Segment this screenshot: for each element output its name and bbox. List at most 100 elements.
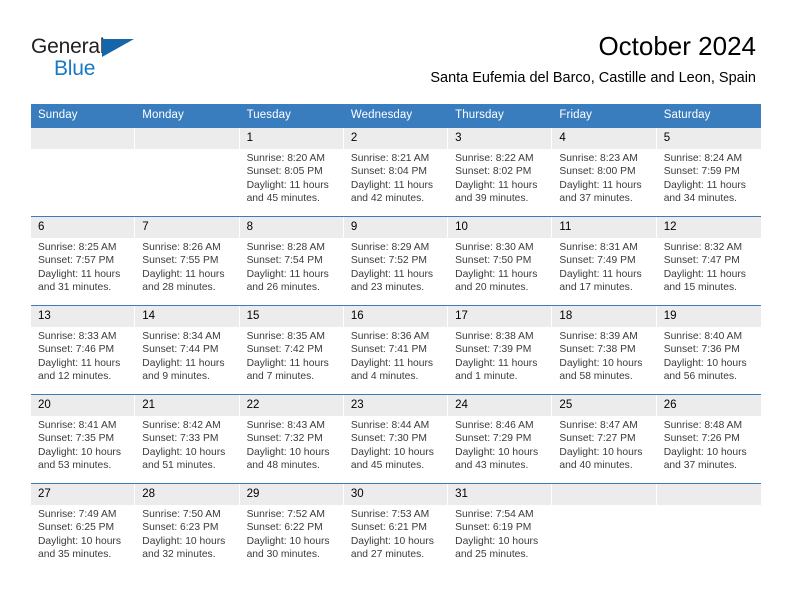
- daylight-text-line1: Daylight: 10 hours: [246, 535, 330, 547]
- calendar-day-cell[interactable]: 22 Sunrise: 8:43 AM Sunset: 7:32 PM Dayligh…: [239, 395, 344, 483]
- daylight-text-line2: and 32 minutes.: [142, 548, 216, 560]
- daylight-text-line1: Daylight: 11 hours: [455, 179, 538, 191]
- calendar-day-cell[interactable]: 28 Sunrise: 7:50 AM Sunset: 6:23 PM Dayligh…: [135, 484, 240, 572]
- sunset-text: Sunset: 7:30 PM: [350, 433, 427, 445]
- sunrise-text: Sunrise: 8:42 AM: [142, 420, 221, 431]
- calendar-day-cell[interactable]: 30 Sunrise: 7:53 AM Sunset: 6:21 PM Dayligh…: [343, 484, 449, 572]
- day-number: 21: [135, 395, 239, 416]
- day-sun-info: Sunrise: 7:53 AM Sunset: 6:21 PM Daylight:…: [344, 505, 447, 561]
- daylight-text-line1: Daylight: 11 hours: [350, 357, 434, 369]
- general-blue-logo: General Blue: [31, 36, 151, 82]
- calendar-day-cell[interactable]: 6 Sunrise: 8:25 AM Sunset: 7:57 PM Daylight…: [31, 217, 136, 305]
- day-number: 2: [343, 128, 448, 149]
- day-sun-info: Sunrise: 8:29 AM Sunset: 7:52 PM Daylight:…: [344, 238, 447, 294]
- day-sun-info: Sunrise: 8:32 AM Sunset: 7:47 PM Daylight:…: [657, 238, 761, 294]
- day-number: 25: [552, 395, 656, 416]
- sunrise-text: Sunrise: 8:44 AM: [350, 420, 430, 431]
- calendar-day-cell[interactable]: 16 Sunrise: 8:36 AM Sunset: 7:41 PM Dayligh…: [343, 306, 449, 394]
- calendar-day-cell[interactable]: 2 Sunrise: 8:21 AM Sunset: 8:04 PM Daylight…: [343, 128, 449, 216]
- daylight-text-line1: Daylight: 11 hours: [350, 179, 434, 191]
- daylight-text-line2: and 15 minutes.: [663, 281, 737, 293]
- calendar-day-cell[interactable]: 29 Sunrise: 7:52 AM Sunset: 6:22 PM Dayligh…: [239, 484, 344, 572]
- day-number: [552, 484, 656, 505]
- day-number: 22: [239, 395, 343, 416]
- calendar-day-cell[interactable]: 7 Sunrise: 8:26 AM Sunset: 7:55 PM Daylight…: [135, 217, 240, 305]
- daylight-text-line1: Daylight: 11 hours: [246, 179, 329, 191]
- calendar-day-cell[interactable]: 20 Sunrise: 8:41 AM Sunset: 7:35 PM Dayligh…: [31, 395, 136, 483]
- sunrise-text: Sunrise: 8:48 AM: [663, 420, 743, 431]
- logo-text-blue: Blue: [54, 57, 96, 80]
- daylight-text-line1: Daylight: 11 hours: [142, 268, 225, 280]
- calendar-day-cell[interactable]: 14 Sunrise: 8:34 AM Sunset: 7:44 PM Dayligh…: [135, 306, 240, 394]
- calendar-day-cell[interactable]: 3 Sunrise: 8:22 AM Sunset: 8:02 PM Daylight…: [448, 128, 553, 216]
- page-header: General Blue October 2024 Santa Eufemia …: [0, 0, 792, 100]
- calendar-week-row: 20 Sunrise: 8:41 AM Sunset: 7:35 PM Dayligh…: [31, 394, 761, 483]
- sunset-text: Sunset: 6:25 PM: [38, 522, 115, 534]
- daylight-text-line1: Daylight: 11 hours: [246, 268, 329, 280]
- calendar-day-cell[interactable]: 12 Sunrise: 8:32 AM Sunset: 7:47 PM Dayligh…: [656, 217, 761, 305]
- weekday-header-row: Sunday Monday Tuesday Wednesday Thursday…: [31, 104, 761, 128]
- calendar-day-cell[interactable]: 8 Sunrise: 8:28 AM Sunset: 7:54 PM Daylight…: [239, 217, 344, 305]
- calendar-day-cell[interactable]: 23 Sunrise: 8:44 AM Sunset: 7:30 PM Dayligh…: [343, 395, 449, 483]
- sunset-text: Sunset: 7:39 PM: [455, 344, 532, 356]
- calendar-day-cell[interactable]: 27 Sunrise: 7:49 AM Sunset: 6:25 PM Dayligh…: [31, 484, 136, 572]
- daylight-text-line2: and 20 minutes.: [455, 281, 529, 293]
- weekday-friday: Friday: [559, 109, 592, 121]
- calendar-day-cell[interactable]: 17 Sunrise: 8:38 AM Sunset: 7:39 PM Dayligh…: [448, 306, 553, 394]
- calendar-day-cell[interactable]: 10 Sunrise: 8:30 AM Sunset: 7:50 PM Dayligh…: [448, 217, 553, 305]
- day-sun-info: Sunrise: 8:46 AM Sunset: 7:29 PM Daylight:…: [448, 416, 551, 472]
- sunset-text: Sunset: 7:52 PM: [350, 255, 427, 267]
- calendar-day-cell[interactable]: 31 Sunrise: 7:54 AM Sunset: 6:19 PM Dayligh…: [448, 484, 553, 572]
- calendar-day-cell-empty: [31, 128, 136, 216]
- calendar-day-cell-empty: [552, 484, 657, 572]
- day-number: 24: [448, 395, 552, 416]
- day-sun-info: Sunrise: 8:40 AM Sunset: 7:36 PM Daylight:…: [657, 327, 761, 383]
- daylight-text-line2: and 45 minutes.: [350, 459, 425, 471]
- daylight-text-line2: and 53 minutes.: [38, 459, 112, 471]
- calendar-day-cell[interactable]: 24 Sunrise: 8:46 AM Sunset: 7:29 PM Dayligh…: [448, 395, 553, 483]
- calendar-day-cell[interactable]: 18 Sunrise: 8:39 AM Sunset: 7:38 PM Dayligh…: [552, 306, 657, 394]
- calendar-day-cell[interactable]: 13 Sunrise: 8:33 AM Sunset: 7:46 PM Dayligh…: [31, 306, 136, 394]
- daylight-text-line2: and 43 minutes.: [455, 459, 529, 471]
- sunrise-text: Sunrise: 8:40 AM: [663, 331, 743, 342]
- daylight-text-line1: Daylight: 11 hours: [455, 268, 538, 280]
- day-sun-info: Sunrise: 7:54 AM Sunset: 6:19 PM Daylight:…: [448, 505, 551, 561]
- daylight-text-line2: and 26 minutes.: [246, 281, 320, 293]
- day-sun-info: Sunrise: 8:41 AM Sunset: 7:35 PM Daylight:…: [31, 416, 134, 472]
- sunset-text: Sunset: 7:47 PM: [663, 255, 740, 267]
- calendar-day-cell[interactable]: 5 Sunrise: 8:24 AM Sunset: 7:59 PM Daylight…: [656, 128, 761, 216]
- day-sun-info: Sunrise: 8:26 AM Sunset: 7:55 PM Daylight:…: [135, 238, 238, 294]
- day-number: 26: [656, 395, 761, 416]
- calendar-day-cell[interactable]: 9 Sunrise: 8:29 AM Sunset: 7:52 PM Daylight…: [343, 217, 449, 305]
- calendar-day-cell[interactable]: 26 Sunrise: 8:48 AM Sunset: 7:26 PM Dayligh…: [656, 395, 761, 483]
- day-number: 15: [239, 306, 343, 327]
- daylight-text-line2: and 27 minutes.: [350, 548, 425, 560]
- sunset-text: Sunset: 7:36 PM: [663, 344, 740, 356]
- day-sun-info: Sunrise: 7:50 AM Sunset: 6:23 PM Daylight:…: [135, 505, 238, 561]
- day-sun-info: Sunrise: 8:43 AM Sunset: 7:32 PM Daylight:…: [240, 416, 343, 472]
- sunrise-text: Sunrise: 8:35 AM: [246, 331, 325, 342]
- sunset-text: Sunset: 7:41 PM: [350, 344, 427, 356]
- daylight-text-line2: and 23 minutes.: [350, 281, 425, 293]
- sunrise-text: Sunrise: 8:31 AM: [559, 242, 638, 253]
- sunset-text: Sunset: 6:23 PM: [142, 522, 219, 534]
- day-sun-info: Sunrise: 8:30 AM Sunset: 7:50 PM Daylight:…: [448, 238, 551, 294]
- sunrise-text: Sunrise: 8:20 AM: [246, 153, 325, 164]
- daylight-text-line1: Daylight: 10 hours: [38, 535, 121, 547]
- sunset-text: Sunset: 7:57 PM: [38, 255, 115, 267]
- calendar-day-cell[interactable]: 11 Sunrise: 8:31 AM Sunset: 7:49 PM Dayligh…: [552, 217, 657, 305]
- day-sun-info: Sunrise: 8:35 AM Sunset: 7:42 PM Daylight:…: [240, 327, 343, 383]
- calendar-day-cell[interactable]: 19 Sunrise: 8:40 AM Sunset: 7:36 PM Dayligh…: [656, 306, 761, 394]
- calendar-day-cell[interactable]: 1 Sunrise: 8:20 AM Sunset: 8:05 PM Daylight…: [239, 128, 344, 216]
- daylight-text-line1: Daylight: 10 hours: [246, 446, 330, 458]
- calendar-day-cell[interactable]: 25 Sunrise: 8:47 AM Sunset: 7:27 PM Dayligh…: [552, 395, 657, 483]
- calendar-day-cell[interactable]: 21 Sunrise: 8:42 AM Sunset: 7:33 PM Dayligh…: [135, 395, 240, 483]
- daylight-text-line1: Daylight: 10 hours: [663, 357, 747, 369]
- daylight-text-line2: and 17 minutes.: [559, 281, 633, 293]
- calendar-day-cell[interactable]: 4 Sunrise: 8:23 AM Sunset: 8:00 PM Daylight…: [552, 128, 657, 216]
- day-number: 28: [135, 484, 239, 505]
- calendar-weeks: 1 Sunrise: 8:20 AM Sunset: 8:05 PM Daylight…: [31, 128, 761, 572]
- calendar-day-cell[interactable]: 15 Sunrise: 8:35 AM Sunset: 7:42 PM Dayligh…: [239, 306, 344, 394]
- daylight-text-line1: Daylight: 10 hours: [142, 446, 226, 458]
- daylight-text-line2: and 40 minutes.: [559, 459, 633, 471]
